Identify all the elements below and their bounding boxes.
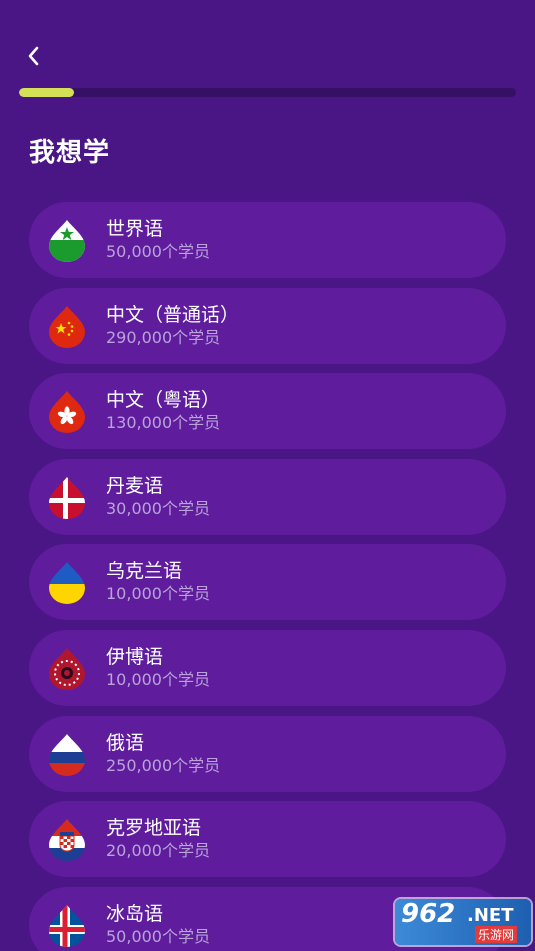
learner-count: 290,000个学员 [106, 327, 221, 347]
learner-count: 130,000个学员 [106, 413, 221, 433]
language-name: 世界语 [106, 218, 164, 240]
language-item-croatian[interactable]: 克罗地亚语 20,000个学员 [29, 801, 506, 878]
watermark-tld: .NET [467, 905, 514, 926]
chevron-left-icon [28, 46, 39, 66]
russia-flag-icon [49, 733, 85, 776]
language-name: 乌克兰语 [106, 560, 183, 583]
igbo-flag-icon [49, 647, 85, 690]
iceland-flag-icon [49, 904, 85, 947]
progress-bar [19, 88, 516, 97]
language-name: 克罗地亚语 [106, 817, 202, 840]
language-name: 中文（粤语） [106, 389, 221, 412]
language-name: 伊博语 [106, 645, 164, 668]
language-item-mandarin[interactable]: 中文（普通话） 290,000个学员 [29, 287, 506, 364]
language-item-esperanto[interactable]: 世界语 50,000个学员 [29, 202, 506, 278]
learner-count: 50,000个学员 [106, 242, 210, 261]
language-name: 冰岛语 [106, 902, 164, 925]
learner-count: 30,000个学员 [106, 498, 210, 518]
learner-count: 20,000个学员 [106, 841, 210, 861]
learner-count: 50,000个学员 [106, 926, 210, 946]
learner-count: 10,000个学员 [106, 669, 210, 689]
learner-count: 250,000个学员 [106, 755, 221, 775]
ukraine-flag-icon [49, 562, 85, 605]
language-name: 俄语 [106, 731, 145, 754]
language-name: 丹麦语 [106, 474, 164, 497]
language-item-cantonese[interactable]: 中文（粤语） 130,000个学员 [29, 373, 506, 450]
page-title: 我想学 [29, 138, 111, 168]
croatia-flag-icon [49, 819, 85, 862]
denmark-flag-icon [49, 476, 85, 519]
back-button[interactable] [18, 40, 50, 72]
site-watermark-logo: 962 .NET 乐游网 [395, 899, 531, 945]
language-item-danish[interactable]: 丹麦语 30,000个学员 [29, 458, 506, 535]
watermark-number: 962 [401, 899, 456, 929]
language-item-russian[interactable]: 俄语 250,000个学员 [29, 715, 506, 792]
language-list[interactable]: 世界语 50,000个学员 中文（普通话） 290,000个学员 中文（粤语） … [29, 202, 506, 951]
esperanto-flag-icon [49, 220, 85, 262]
language-item-igbo[interactable]: 伊博语 10,000个学员 [29, 629, 506, 706]
hong-kong-flag-icon [49, 391, 85, 434]
watermark-site-name: 乐游网 [475, 926, 518, 943]
china-flag-icon [49, 305, 85, 348]
progress-bar-fill [19, 88, 74, 97]
language-name: 中文（普通话） [106, 303, 240, 326]
learner-count: 10,000个学员 [106, 584, 210, 604]
language-item-ukrainian[interactable]: 乌克兰语 10,000个学员 [29, 544, 506, 621]
